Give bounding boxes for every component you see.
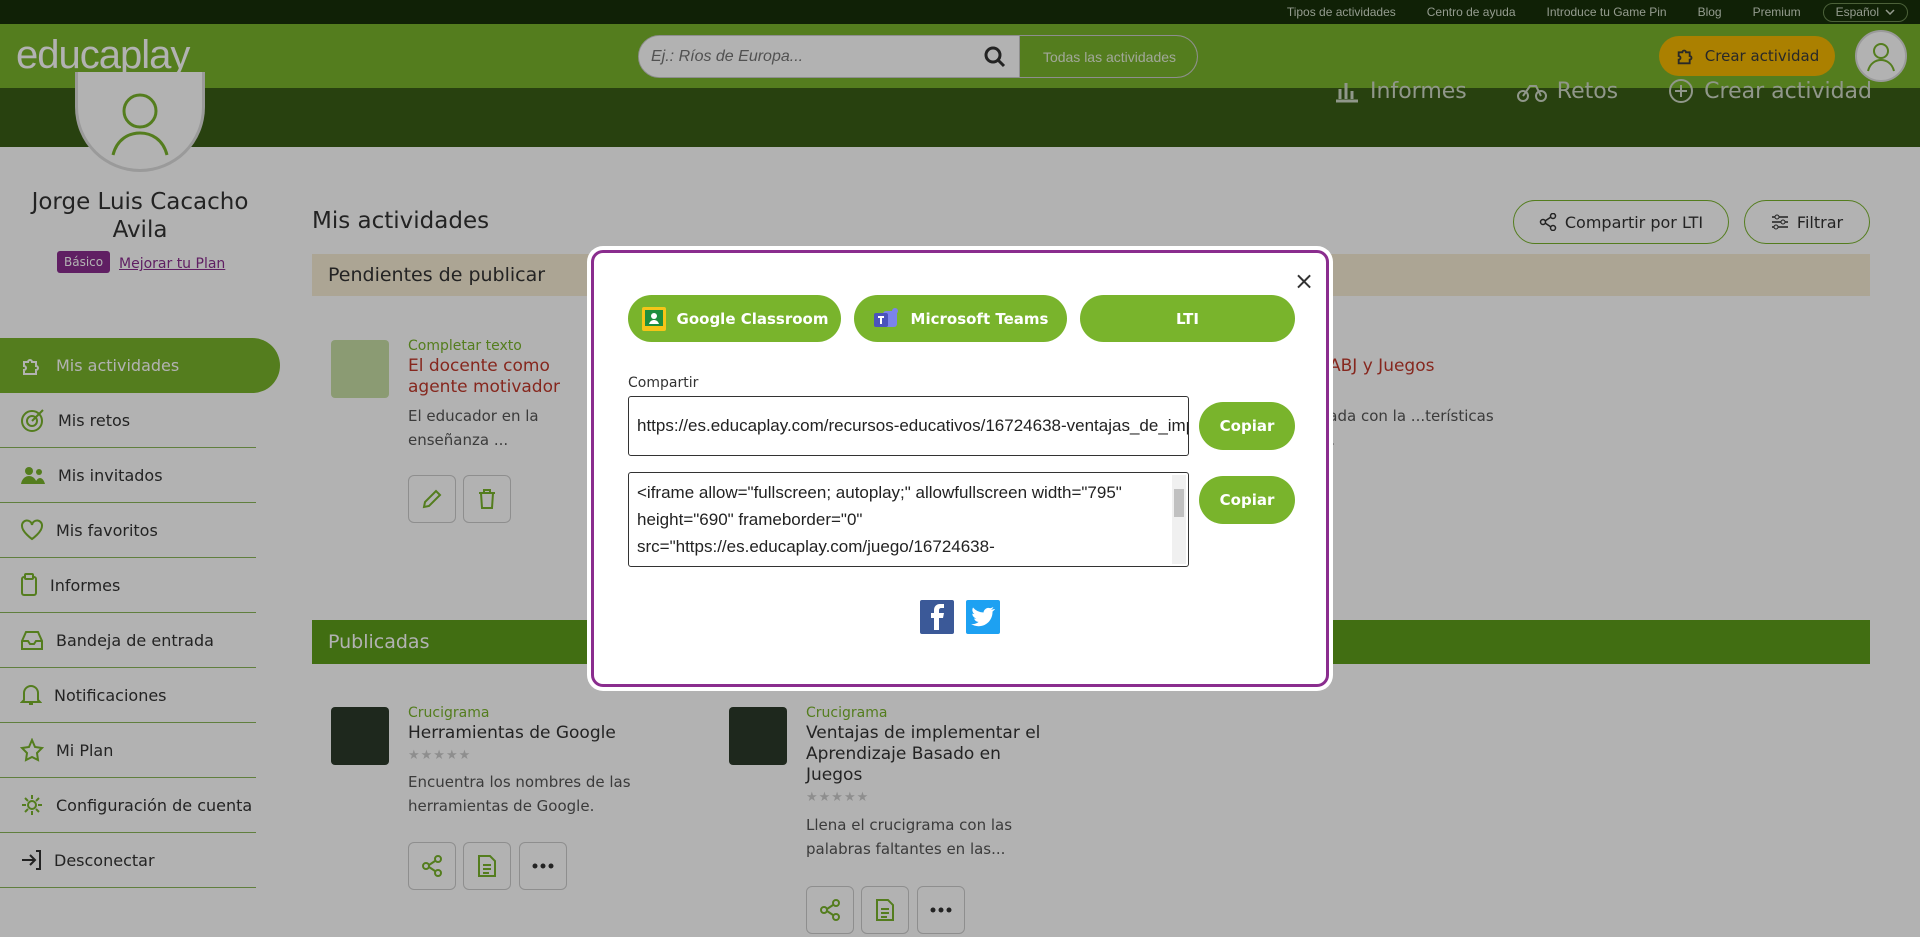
- share-url-field[interactable]: https://es.educaplay.com/recursos-educat…: [628, 396, 1189, 456]
- share-label: Compartir: [628, 375, 699, 391]
- copy-url-button[interactable]: Copiar: [1199, 402, 1295, 450]
- scrollbar-thumb[interactable]: [1174, 489, 1184, 517]
- lti-label: LTI: [1176, 309, 1199, 328]
- google-classroom-icon: [641, 306, 666, 331]
- lti-button[interactable]: LTI: [1080, 295, 1295, 342]
- share-modal: × Google Classroom Microsoft Teams LTI C…: [591, 250, 1329, 687]
- facebook-icon[interactable]: [920, 600, 954, 634]
- embed-code-text: <iframe allow="fullscreen; autoplay;" al…: [637, 483, 1158, 566]
- textarea-scrollbar[interactable]: [1172, 475, 1186, 564]
- twitter-icon[interactable]: [966, 600, 1000, 634]
- google-classroom-button[interactable]: Google Classroom: [628, 295, 841, 342]
- microsoft-teams-label: Microsoft Teams: [910, 309, 1049, 328]
- copy-embed-button[interactable]: Copiar: [1199, 476, 1295, 524]
- microsoft-teams-icon: [873, 307, 898, 327]
- facebook-f-glyph: [931, 604, 944, 630]
- microsoft-teams-button[interactable]: Microsoft Teams: [854, 295, 1067, 342]
- google-classroom-label: Google Classroom: [676, 309, 829, 328]
- embed-code-textarea[interactable]: <iframe allow="fullscreen; autoplay;" al…: [628, 472, 1189, 567]
- twitter-bird-glyph: [971, 607, 995, 627]
- close-icon[interactable]: ×: [1294, 267, 1314, 295]
